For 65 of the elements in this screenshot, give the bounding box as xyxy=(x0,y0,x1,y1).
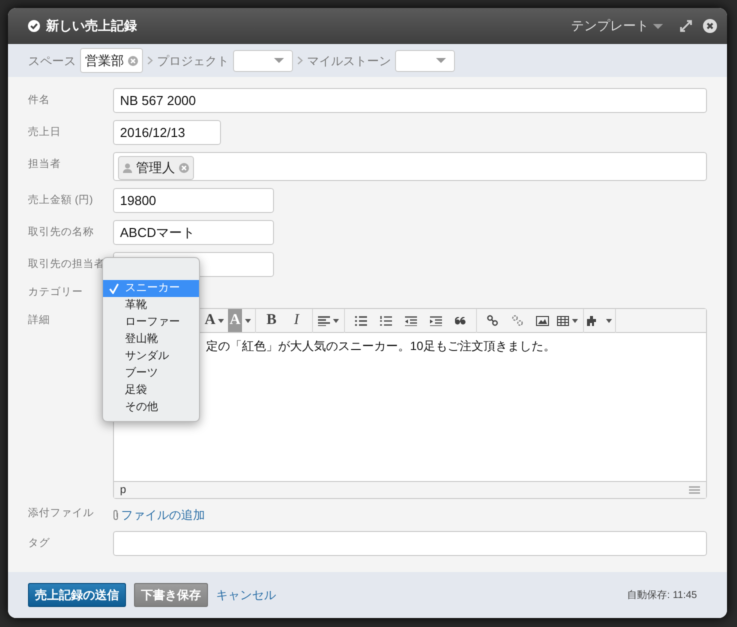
context-label: スペース xyxy=(28,52,76,70)
chevron-icon xyxy=(297,56,303,65)
field-label: 売上日 xyxy=(28,125,62,140)
close-icon[interactable] xyxy=(703,19,717,33)
caret-icon xyxy=(245,318,252,322)
expand-icon[interactable] xyxy=(679,19,693,33)
dropdown-option[interactable]: ローファー xyxy=(103,314,199,331)
puzzle-icon xyxy=(587,315,598,326)
input-field[interactable]: 2016/12/13 xyxy=(113,120,221,145)
assignee-field[interactable]: 管理人 xyxy=(113,152,707,181)
context-label: マイルストーン xyxy=(307,52,391,70)
autosave-status: 自動保存: 11:45 xyxy=(627,588,697,602)
caret-icon xyxy=(333,318,339,322)
input-field[interactable]: ABCDマート xyxy=(113,220,274,245)
context-label: プロジェクト xyxy=(157,52,229,70)
field-label: 取引先の名称 xyxy=(28,225,95,240)
dropdown-option[interactable]: 登山靴 xyxy=(103,331,199,348)
check-icon xyxy=(28,20,40,32)
quote-icon xyxy=(455,316,466,324)
bold-button[interactable]: B xyxy=(259,310,284,332)
caret-icon xyxy=(218,318,224,322)
add-file-link[interactable]: ファイルの追加 xyxy=(113,506,205,524)
field-label: 売上金額 (円) xyxy=(28,193,94,208)
list-icon xyxy=(354,316,366,326)
dropdown-option[interactable]: 足袋 xyxy=(103,382,199,399)
table-icon xyxy=(557,316,569,326)
align-icon xyxy=(318,316,330,326)
dropdown-option[interactable]: 革靴 xyxy=(103,297,199,314)
field-label: 件名 xyxy=(28,93,51,108)
input-field[interactable]: NB 567 2000 xyxy=(113,88,707,113)
field-label: タグ xyxy=(28,536,51,551)
color-button[interactable]: A xyxy=(202,310,227,332)
person-icon xyxy=(123,162,132,173)
chevron-icon xyxy=(147,56,153,65)
dialog-title: 新しい売上記録 xyxy=(46,17,137,36)
field-label: 担当者 xyxy=(28,157,62,172)
indent-icon xyxy=(430,316,442,326)
input-field[interactable] xyxy=(113,531,707,556)
dropdown-option[interactable]: ブーツ xyxy=(103,365,199,382)
space-tag[interactable]: 営業部 xyxy=(80,48,143,74)
dropdown-option[interactable]: サンダル xyxy=(103,348,199,365)
resize-icon[interactable] xyxy=(689,486,700,494)
cancel-link[interactable]: キャンセル xyxy=(216,586,276,604)
field-label: カテゴリー xyxy=(28,285,84,300)
field-label: 詳細 xyxy=(28,313,51,328)
caret-icon xyxy=(653,24,663,28)
select-field[interactable] xyxy=(233,50,293,72)
select-field[interactable] xyxy=(395,50,455,72)
italic-button[interactable]: I xyxy=(284,310,309,332)
submit-button[interactable]: 売上記録の送信 xyxy=(28,583,126,607)
caret-icon xyxy=(572,318,578,322)
numbered-list-icon xyxy=(380,316,392,326)
paperclip-icon xyxy=(113,510,119,520)
user-tag[interactable]: 管理人 xyxy=(118,156,194,180)
template-menu[interactable]: テンプレート xyxy=(571,16,663,36)
input-field[interactable]: 19800 xyxy=(113,188,274,213)
link-icon xyxy=(487,315,498,326)
element-path: p xyxy=(120,482,126,498)
unlink-icon xyxy=(512,315,523,326)
outdent-icon xyxy=(404,316,416,326)
editor-text: 定の「紅色」が大人気のスニーカー。10足もご注文頂きました。 xyxy=(206,338,556,355)
check-icon xyxy=(109,283,119,294)
image-icon xyxy=(536,316,549,326)
field-label: 添付ファイル xyxy=(28,506,95,521)
dropdown-option[interactable]: その他 xyxy=(103,399,199,416)
